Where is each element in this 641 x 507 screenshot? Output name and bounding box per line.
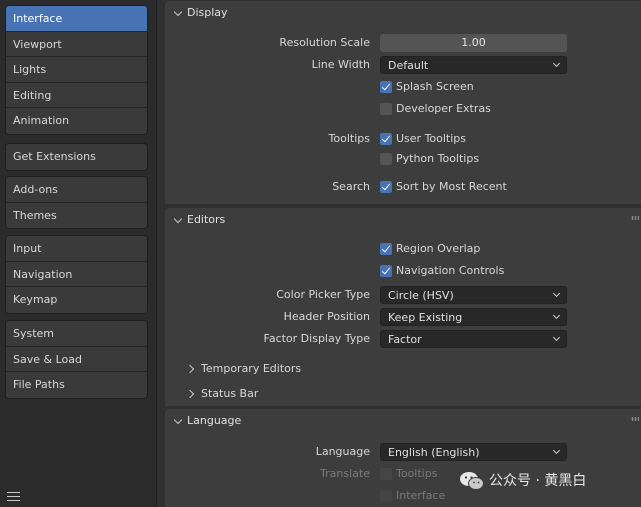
sidebar-item-viewport[interactable]: Viewport — [6, 31, 147, 57]
python-tooltips-checkbox[interactable] — [380, 153, 392, 165]
search-label: Search — [332, 180, 370, 193]
line-width-dropdown[interactable]: Default — [380, 56, 567, 74]
status-bar-subpanel[interactable]: Status Bar — [185, 385, 259, 403]
tooltips-label: Tooltips — [328, 132, 370, 145]
header-position-label: Header Position — [283, 310, 370, 323]
display-panel: Display Resolution Scale 1.00 Line Width… — [165, 1, 641, 204]
nav-group-system: System Save & Load File Paths — [5, 320, 148, 399]
drag-grip-icon[interactable] — [631, 216, 639, 220]
header-position-dropdown[interactable]: Keep Existing — [380, 308, 567, 326]
region-overlap-label: Region Overlap — [396, 242, 481, 255]
language-panel-title: Language — [187, 414, 242, 427]
translate-interface-checkbox[interactable] — [380, 490, 392, 502]
navigation-controls-label: Navigation Controls — [396, 264, 505, 277]
translate-tooltips-checkbox[interactable] — [380, 468, 392, 480]
chevron-down-icon — [552, 333, 561, 342]
sidebar-item-get-extensions[interactable]: Get Extensions — [6, 144, 147, 170]
temporary-editors-label: Temporary Editors — [201, 362, 302, 375]
language-dropdown[interactable]: English (English) — [380, 443, 567, 461]
resolution-scale-field[interactable]: 1.00 — [380, 34, 567, 52]
line-width-label: Line Width — [311, 58, 370, 71]
user-tooltips-checkbox[interactable] — [380, 133, 392, 145]
editors-panel-title: Editors — [187, 213, 226, 226]
developer-extras-checkbox[interactable] — [380, 103, 392, 115]
language-label: Language — [315, 445, 370, 458]
language-panel-header[interactable]: Language — [165, 409, 641, 433]
python-tooltips-label: Python Tooltips — [396, 152, 480, 165]
language-panel: Language Language English (English) Tran… — [165, 409, 641, 507]
translate-label: Translate — [320, 467, 370, 480]
chevron-right-icon — [185, 364, 195, 374]
sidebar-item-file-paths[interactable]: File Paths — [6, 372, 147, 398]
chevron-down-icon — [552, 289, 561, 298]
editors-panel-header[interactable]: Editors — [165, 208, 641, 232]
sidebar-item-interface[interactable]: Interface — [6, 6, 147, 32]
display-panel-header[interactable]: Display — [165, 1, 641, 25]
sort-by-most-recent-checkbox[interactable] — [380, 181, 392, 193]
resolution-scale-label: Resolution Scale — [279, 36, 370, 49]
sidebar-item-save-load[interactable]: Save & Load — [6, 346, 147, 372]
chevron-down-icon — [552, 59, 561, 68]
sidebar-item-keymap[interactable]: Keymap — [6, 287, 147, 313]
sort-by-most-recent-label: Sort by Most Recent — [396, 180, 507, 193]
editors-panel: Editors Region Overlap Navigation Contro… — [165, 208, 641, 406]
chevron-down-icon — [173, 415, 183, 425]
sidebar-item-lights[interactable]: Lights — [6, 57, 147, 83]
hamburger-icon[interactable] — [7, 492, 20, 504]
nav-group-addons: Add-ons Themes — [5, 176, 148, 229]
sidebar-item-input[interactable]: Input — [6, 236, 147, 262]
splash-screen-checkbox[interactable] — [380, 81, 392, 93]
factor-display-type-dropdown[interactable]: Factor — [380, 330, 567, 348]
header-position-value: Keep Existing — [388, 311, 463, 324]
nav-group-input: Input Navigation Keymap — [5, 235, 148, 314]
watermark-text: 公众号 · 黄黑白 — [489, 473, 587, 489]
wechat-logo-icon — [460, 472, 484, 490]
line-width-value: Default — [388, 59, 429, 72]
splash-screen-label: Splash Screen — [396, 80, 474, 93]
nav-group-main: Interface Viewport Lights Editing Animat… — [5, 5, 148, 135]
sidebar-item-editing[interactable]: Editing — [6, 82, 147, 108]
temporary-editors-subpanel[interactable]: Temporary Editors — [185, 360, 302, 378]
display-panel-title: Display — [187, 6, 228, 19]
chevron-right-icon — [185, 389, 195, 399]
region-overlap-checkbox[interactable] — [380, 243, 392, 255]
sidebar-item-themes[interactable]: Themes — [6, 202, 147, 228]
sidebar-item-system[interactable]: System — [6, 321, 147, 347]
developer-extras-label: Developer Extras — [396, 102, 491, 115]
color-picker-type-label: Color Picker Type — [276, 288, 370, 301]
translate-interface-label: Interface — [396, 489, 446, 502]
sidebar-item-animation[interactable]: Animation — [6, 108, 147, 134]
preferences-sidebar: Interface Viewport Lights Editing Animat… — [0, 0, 157, 507]
chevron-down-icon — [552, 311, 561, 320]
color-picker-type-value: Circle (HSV) — [388, 289, 454, 302]
sidebar-item-add-ons[interactable]: Add-ons — [6, 177, 147, 203]
color-picker-type-dropdown[interactable]: Circle (HSV) — [380, 286, 567, 304]
navigation-controls-checkbox[interactable] — [380, 265, 392, 277]
factor-display-type-value: Factor — [388, 333, 422, 346]
chevron-down-icon — [173, 214, 183, 224]
nav-group-extensions: Get Extensions — [5, 143, 148, 171]
status-bar-label: Status Bar — [201, 387, 259, 400]
chevron-down-icon — [173, 7, 183, 17]
user-tooltips-label: User Tooltips — [396, 132, 467, 145]
translate-tooltips-label: Tooltips — [396, 467, 438, 480]
chevron-down-icon — [552, 446, 561, 455]
drag-grip-icon[interactable] — [631, 417, 639, 421]
sidebar-item-navigation[interactable]: Navigation — [6, 261, 147, 287]
language-value: English (English) — [388, 446, 480, 459]
factor-display-type-label: Factor Display Type — [263, 332, 370, 345]
